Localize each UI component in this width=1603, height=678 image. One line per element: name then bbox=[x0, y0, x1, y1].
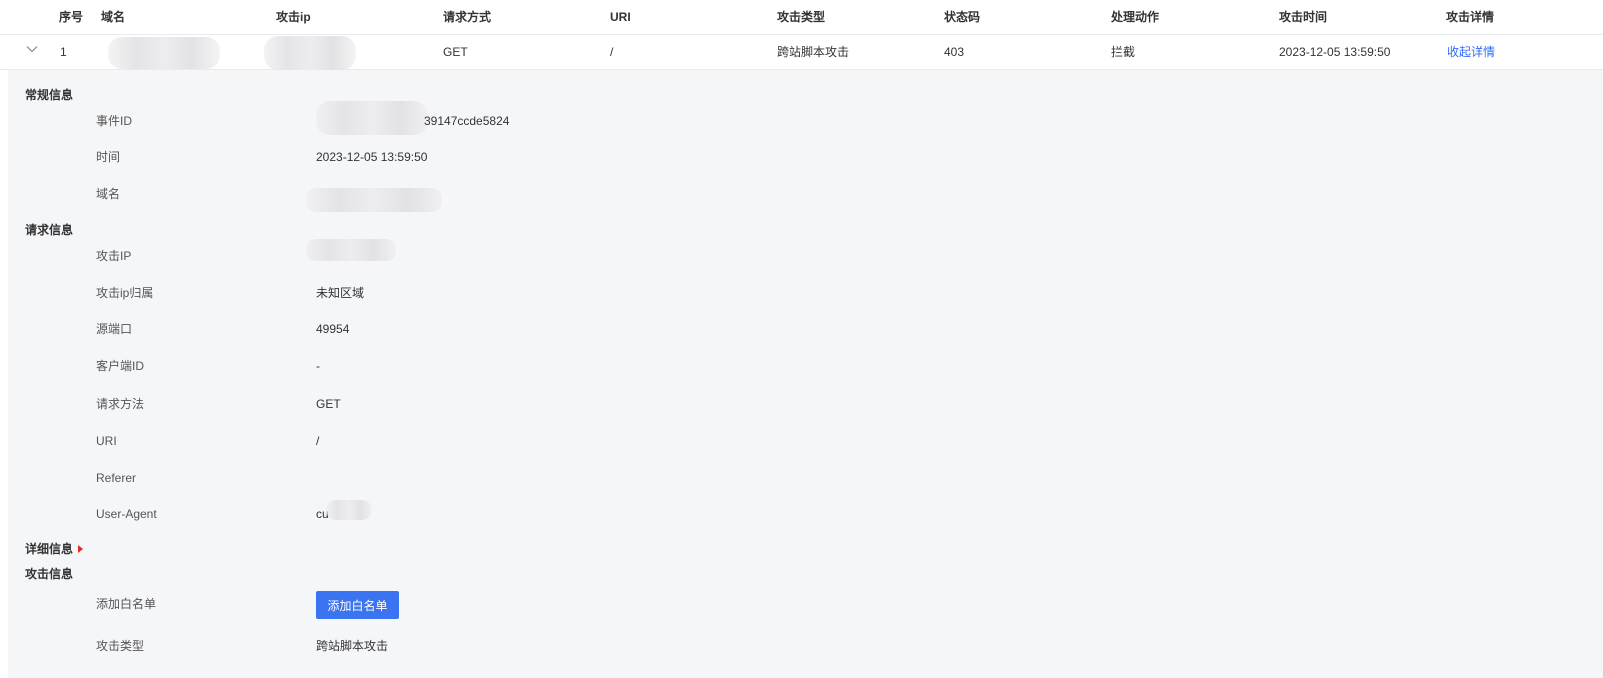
src-port-value: 49954 bbox=[316, 322, 350, 336]
chevron-down-icon[interactable] bbox=[25, 42, 39, 56]
redacted-domain bbox=[108, 37, 220, 69]
redacted-detail-domain bbox=[306, 188, 442, 212]
table-row[interactable]: 1 GET / 跨站脚本攻击 403 拦截 2023-12-05 13:59:5… bbox=[0, 35, 1603, 70]
redacted-attack-ip bbox=[264, 36, 356, 70]
attack-type-value: 跨站脚本攻击 bbox=[316, 639, 389, 653]
time-label: 时间 bbox=[96, 150, 121, 164]
section-more-detail[interactable]: 详细信息 bbox=[25, 541, 84, 557]
ip-region-label: 攻击ip归属 bbox=[96, 286, 154, 300]
redacted-event-id bbox=[316, 101, 428, 135]
row-uri: / bbox=[610, 45, 614, 59]
client-id-value: - bbox=[316, 359, 320, 373]
attack-ip-label: 攻击IP bbox=[96, 249, 132, 263]
uri-label: URI bbox=[96, 434, 117, 448]
header-action: 处理动作 bbox=[1111, 10, 1160, 24]
user-agent-label: User-Agent bbox=[96, 507, 157, 521]
redacted-user-agent bbox=[326, 500, 372, 520]
redacted-detail-attack-ip bbox=[306, 239, 396, 261]
table-header: 序号 域名 攻击ip 请求方式 URI 攻击类型 状态码 处理动作 攻击时间 攻… bbox=[0, 0, 1603, 35]
add-whitelist-button[interactable]: 添加白名单 bbox=[316, 591, 399, 619]
attack-type-label: 攻击类型 bbox=[96, 639, 145, 653]
row-method: GET bbox=[443, 45, 468, 59]
header-domain: 域名 bbox=[101, 10, 126, 24]
header-index: 序号 bbox=[59, 10, 84, 24]
collapse-detail-link[interactable]: 收起详情 bbox=[1447, 44, 1495, 60]
referer-label: Referer bbox=[96, 471, 137, 485]
section-general: 常规信息 bbox=[25, 88, 74, 102]
caret-right-icon bbox=[78, 545, 84, 553]
header-attack-type: 攻击类型 bbox=[777, 10, 826, 24]
event-id-value: 39147ccde5824 bbox=[424, 114, 510, 128]
header-attack-ip: 攻击ip bbox=[276, 10, 311, 24]
row-attack-time: 2023-12-05 13:59:50 bbox=[1279, 45, 1391, 59]
src-port-label: 源端口 bbox=[96, 322, 133, 336]
uri-value: / bbox=[316, 434, 320, 448]
section-more-detail-label: 详细信息 bbox=[25, 542, 74, 556]
ip-region-value: 未知区域 bbox=[316, 286, 365, 300]
request-method-label: 请求方法 bbox=[96, 397, 145, 411]
header-uri: URI bbox=[610, 10, 631, 24]
whitelist-label: 添加白名单 bbox=[96, 597, 157, 611]
header-detail: 攻击详情 bbox=[1446, 10, 1495, 24]
section-request: 请求信息 bbox=[25, 223, 74, 237]
row-attack-type: 跨站脚本攻击 bbox=[777, 45, 850, 59]
header-attack-time: 攻击时间 bbox=[1279, 10, 1328, 24]
client-id-label: 客户端ID bbox=[96, 359, 145, 373]
row-action: 拦截 bbox=[1111, 45, 1136, 59]
header-method: 请求方式 bbox=[443, 10, 492, 24]
detail-panel bbox=[8, 70, 1603, 678]
request-method-value: GET bbox=[316, 397, 341, 411]
event-id-label: 事件ID bbox=[96, 114, 133, 128]
domain-label: 域名 bbox=[96, 187, 121, 201]
time-value: 2023-12-05 13:59:50 bbox=[316, 150, 428, 164]
section-attack: 攻击信息 bbox=[25, 567, 74, 581]
row-status-code: 403 bbox=[944, 45, 965, 59]
header-status-code: 状态码 bbox=[944, 10, 981, 24]
row-index: 1 bbox=[60, 45, 67, 59]
